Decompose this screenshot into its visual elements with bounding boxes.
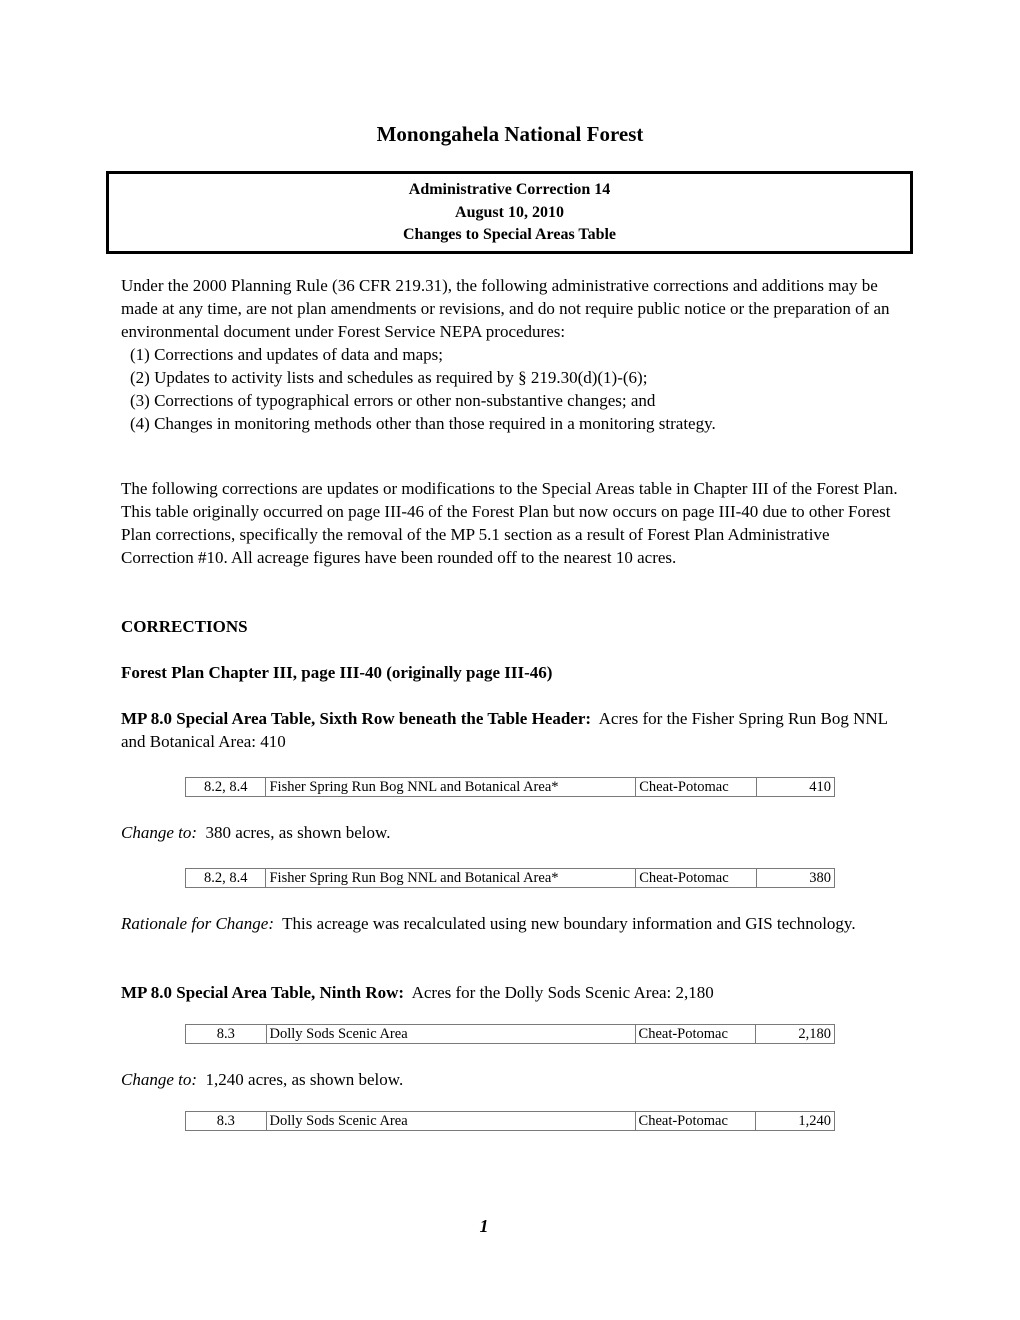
intro-list-item: (1) Corrections and updates of data and … (130, 345, 443, 364)
correction-header-box: Administrative Correction 14 August 10, … (106, 171, 913, 254)
intro-list-item: (2) Updates to activity lists and schedu… (130, 368, 648, 387)
rationale-text: This acreage was recalculated using new … (273, 914, 856, 933)
area-name-cell: Dolly Sods Scenic Area (265, 1024, 636, 1044)
location-heading: Forest Plan Chapter III, page III-40 (or… (121, 663, 553, 682)
correction2-description: MP 8.0 Special Area Table, Ninth Row: Ac… (121, 981, 901, 1004)
correction1-new-row-table: 8.2, 8.4 Fisher Spring Run Bog NNL and B… (184, 868, 836, 888)
rationale-label: Rationale for Change: (121, 914, 274, 933)
table-row: 8.2, 8.4 Fisher Spring Run Bog NNL and B… (184, 777, 836, 797)
correction1-rationale: Rationale for Change: This acreage was r… (121, 912, 901, 935)
correction1-description: MP 8.0 Special Area Table, Sixth Row ben… (121, 707, 901, 753)
area-name-cell: Fisher Spring Run Bog NNL and Botanical … (265, 777, 637, 797)
page-title: Monongahela National Forest (376, 122, 644, 146)
correction2-label: MP 8.0 Special Area Table, Ninth Row: (121, 983, 405, 1002)
mp-cell: 8.3 (185, 1111, 267, 1131)
district-cell: Cheat-Potomac (634, 1024, 757, 1044)
table-row: 8.3 Dolly Sods Scenic Area Cheat-Potomac… (185, 1024, 835, 1044)
correction2-change: Change to: 1,240 acres, as shown below. (121, 1068, 901, 1091)
correction1-change: Change to: 380 acres, as shown below. (121, 821, 901, 844)
change-to-text: 1,240 acres, as shown below. (197, 1070, 404, 1089)
table-row: 8.2, 8.4 Fisher Spring Run Bog NNL and B… (184, 868, 836, 888)
mp-cell: 8.2, 8.4 (184, 777, 267, 797)
district-cell: Cheat-Potomac (634, 1111, 757, 1131)
area-name-cell: Fisher Spring Run Bog NNL and Botanical … (265, 868, 637, 888)
intro-list-item: (4) Changes in monitoring methods other … (130, 414, 716, 433)
correction2-new-row-table: 8.3 Dolly Sods Scenic Area Cheat-Potomac… (185, 1111, 835, 1131)
correction1-label: MP 8.0 Special Area Table, Sixth Row ben… (121, 709, 592, 728)
correction-subject: Changes to Special Areas Table (402, 226, 617, 243)
district-cell: Cheat-Potomac (635, 868, 757, 888)
correction-number: Administrative Correction 14 (408, 181, 611, 198)
background-text: The following corrections are updates or… (121, 479, 898, 567)
background-paragraph: The following corrections are updates or… (121, 477, 901, 569)
table-row: 8.3 Dolly Sods Scenic Area Cheat-Potomac… (185, 1111, 835, 1131)
correction1-original-row-table: 8.2, 8.4 Fisher Spring Run Bog NNL and B… (184, 777, 836, 797)
intro-paragraph: Under the 2000 Planning Rule (36 CFR 219… (121, 276, 890, 341)
correction2-text: Acres for the Dolly Sods Scenic Area: 2,… (404, 983, 714, 1002)
change-to-label: Change to: (121, 1070, 198, 1089)
correction-date: August 10, 2010 (455, 203, 564, 221)
page-number: 1 (479, 1216, 489, 1236)
intro-list-item: (3) Corrections of typographical errors … (130, 391, 656, 410)
mp-cell: 8.3 (185, 1024, 267, 1044)
mp-cell: 8.2, 8.4 (184, 868, 267, 888)
intro-section: Under the 2000 Planning Rule (36 CFR 219… (121, 274, 901, 435)
acres-cell: 380 (755, 868, 836, 888)
district-cell: Cheat-Potomac (635, 777, 757, 797)
acres-cell: 1,240 (755, 1111, 835, 1131)
change-to-label: Change to: (121, 823, 198, 842)
correction2-original-row-table: 8.3 Dolly Sods Scenic Area Cheat-Potomac… (185, 1024, 835, 1044)
corrections-heading: CORRECTIONS (121, 617, 248, 636)
acres-cell: 2,180 (755, 1024, 835, 1044)
change-to-text: 380 acres, as shown below. (197, 823, 391, 842)
area-name-cell: Dolly Sods Scenic Area (265, 1111, 636, 1131)
acres-cell: 410 (755, 777, 836, 797)
